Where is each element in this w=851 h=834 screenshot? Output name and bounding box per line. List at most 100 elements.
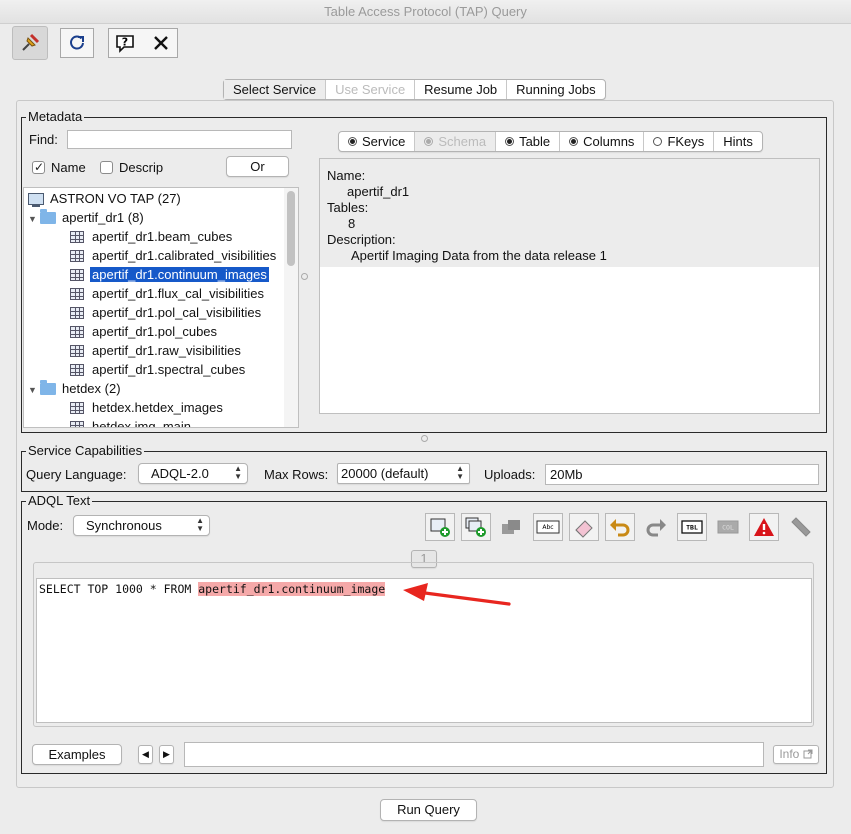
- tree-schema-hetdex[interactable]: ▼ hetdex (2): [28, 379, 123, 398]
- tree-table[interactable]: apertif_dr1.beam_cubes: [70, 227, 234, 246]
- radio-icon: [424, 137, 434, 146]
- table-icon: [70, 402, 84, 414]
- insert-column-button[interactable]: COL: [713, 513, 743, 541]
- updown-arrow-icon: ▲ ▼: [196, 516, 204, 533]
- triangle-right-icon: ▶: [163, 749, 170, 759]
- tab-running-jobs[interactable]: Running Jobs: [506, 80, 605, 99]
- table-icon: [70, 326, 84, 338]
- name-checkbox[interactable]: Name: [32, 159, 86, 176]
- table-icon: [70, 307, 84, 319]
- insert-text-button[interactable]: Abc: [533, 513, 563, 541]
- tree-root[interactable]: ASTRON VO TAP (27): [28, 189, 183, 208]
- copy-tab-button[interactable]: [461, 513, 491, 541]
- tool-icon: [791, 517, 811, 537]
- insert-table-button[interactable]: TBL: [677, 513, 707, 541]
- find-input[interactable]: [67, 130, 292, 149]
- adql-toolbar: Abc TBL COL: [425, 513, 817, 541]
- subtab-fkeys[interactable]: FKeys: [643, 132, 713, 151]
- tree-table-selected[interactable]: apertif_dr1.continuum_images: [70, 265, 269, 284]
- pin-button[interactable]: [12, 26, 48, 60]
- sql-prefix: SELECT TOP 1000 * FROM: [39, 582, 199, 596]
- pin-icon: [22, 33, 40, 51]
- prev-button[interactable]: ◀: [138, 745, 153, 764]
- folder-icon: [40, 209, 56, 224]
- tree-table[interactable]: apertif_dr1.flux_cal_visibilities: [70, 284, 266, 303]
- tree-scrollbar[interactable]: [284, 188, 298, 427]
- abc-label: Abc: [542, 524, 553, 531]
- tree-schema-apertif[interactable]: ▼ apertif_dr1 (8): [28, 208, 146, 227]
- remove-tab-icon: [502, 520, 520, 534]
- col-label: COL: [722, 524, 734, 532]
- red-arrow-icon: [403, 583, 511, 606]
- tree-table[interactable]: apertif_dr1.pol_cubes: [70, 322, 219, 341]
- reload-button[interactable]: [61, 28, 93, 58]
- info-button[interactable]: Info: [773, 745, 819, 764]
- format-button[interactable]: [785, 513, 815, 541]
- toolbar: ?: [0, 24, 851, 68]
- undo-icon: [610, 519, 630, 537]
- metadata-tree: ASTRON VO TAP (27) ▼ apertif_dr1 (8) aper…: [23, 187, 299, 428]
- mode-select[interactable]: Synchronous ▲ ▼: [73, 515, 210, 536]
- descrip-checkbox[interactable]: Descrip: [100, 160, 163, 176]
- tab-select-service[interactable]: Select Service: [224, 80, 326, 99]
- example-description-field: [184, 742, 764, 767]
- radio-icon: [653, 137, 663, 146]
- subtab-table[interactable]: Table: [495, 132, 559, 151]
- radio-icon: [505, 137, 515, 146]
- undo-button[interactable]: [605, 513, 635, 541]
- subtab-columns[interactable]: Columns: [559, 132, 643, 151]
- warning-icon: [754, 518, 774, 536]
- subtab-hints[interactable]: Hints: [713, 132, 762, 151]
- max-rows-select[interactable]: 20000 (default) ▲ ▼: [337, 463, 470, 484]
- window-title: Table Access Protocol (TAP) Query: [0, 0, 851, 24]
- run-query-button[interactable]: Run Query: [380, 799, 477, 821]
- tab-resume-job[interactable]: Resume Job: [414, 80, 506, 99]
- col-icon: COL: [717, 520, 739, 534]
- eraser-icon: [575, 520, 593, 538]
- info-subtabs: Service Schema Table Columns FKeys Hints: [338, 131, 763, 152]
- mode-value: Synchronous: [86, 518, 162, 533]
- tree-scroll-thumb[interactable]: [287, 191, 295, 266]
- tab-use-service[interactable]: Use Service: [325, 80, 414, 99]
- tree-table[interactable]: apertif_dr1.pol_cal_visibilities: [70, 303, 263, 322]
- sql-text: SELECT TOP 1000 * FROM apertif_dr1.conti…: [39, 582, 386, 596]
- capabilities-title: Service Capabilities: [26, 443, 145, 459]
- split-handle-horizontal[interactable]: [421, 435, 428, 442]
- query-language-value: ADQL-2.0: [151, 466, 209, 481]
- main-tabs: Select Service Use Service Resume Job Ru…: [223, 79, 606, 100]
- query-language-select[interactable]: ADQL-2.0 ▲ ▼: [138, 463, 248, 484]
- or-button[interactable]: Or: [226, 156, 289, 177]
- subtab-service[interactable]: Service: [339, 132, 414, 151]
- info-tables-label: Tables:: [327, 200, 369, 215]
- remove-tab-button[interactable]: [497, 513, 527, 541]
- tree-table[interactable]: hetdex.img_main: [70, 417, 193, 427]
- metadata-title: Metadata: [26, 109, 85, 125]
- info-label: Info: [779, 747, 800, 761]
- updown-arrow-icon: ▲ ▼: [234, 464, 242, 481]
- info-name-label: Name:: [327, 168, 366, 183]
- redo-button[interactable]: [641, 513, 671, 541]
- help-button[interactable]: ?: [109, 28, 141, 58]
- next-button[interactable]: ▶: [159, 745, 174, 764]
- close-button[interactable]: [145, 28, 177, 58]
- copy-tab-icon: [465, 517, 486, 537]
- expanded-triangle-icon[interactable]: ▼: [28, 381, 40, 400]
- svg-text:?: ?: [122, 36, 128, 49]
- tree-table[interactable]: apertif_dr1.raw_visibilities: [70, 341, 243, 360]
- add-tab-button[interactable]: [425, 513, 455, 541]
- info-desc-value: Apertif Imaging Data from the data relea…: [351, 248, 607, 263]
- tree-table[interactable]: apertif_dr1.spectral_cubes: [70, 360, 247, 379]
- uploads-label: Uploads:: [484, 467, 536, 482]
- examples-button[interactable]: Examples: [32, 744, 122, 765]
- show-errors-button[interactable]: [749, 513, 779, 541]
- radio-icon: [569, 137, 579, 146]
- tree-table[interactable]: hetdex.hetdex_images: [70, 398, 225, 417]
- split-handle-vertical[interactable]: [301, 273, 308, 280]
- tbl-label: TBL: [686, 524, 698, 532]
- subtab-schema[interactable]: Schema: [414, 132, 496, 151]
- info-name-value: apertif_dr1: [347, 184, 410, 199]
- tree-table[interactable]: apertif_dr1.calibrated_visibilities: [70, 246, 278, 265]
- clear-button[interactable]: [569, 513, 599, 541]
- reload-icon: [70, 35, 84, 50]
- expanded-triangle-icon[interactable]: ▼: [28, 210, 40, 229]
